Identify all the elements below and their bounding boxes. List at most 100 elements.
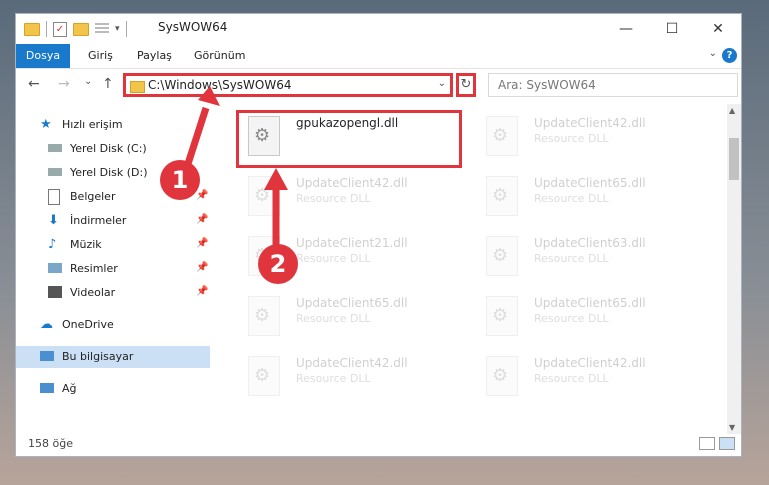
pin-icon[interactable]: 📌 <box>196 262 208 273</box>
document-icon <box>48 189 60 205</box>
address-path[interactable]: C:\Windows\SysWOW64 <box>148 78 292 92</box>
separator <box>125 21 127 37</box>
sidebar-item-this-pc[interactable]: Bu bilgisayar <box>16 346 210 368</box>
dll-file-icon <box>248 296 280 336</box>
navigation-bar: ← → ⌄ ↑ C:\Windows\SysWOW64 ⌄ ↻ Ara: Sys… <box>16 70 741 102</box>
file-name: UpdateClient63.dll <box>534 236 646 250</box>
properties-check-icon[interactable]: ✓ <box>53 21 67 37</box>
scrollbar-thumb[interactable] <box>729 138 739 180</box>
search-input[interactable]: Ara: SysWOW64 <box>488 73 738 97</box>
customize-toolbar-chevron-icon[interactable]: ▾ <box>115 24 120 34</box>
up-button[interactable]: ↑ <box>102 76 114 92</box>
star-icon: ★ <box>40 117 52 132</box>
file-name: UpdateClient42.dll <box>534 116 646 130</box>
sidebar-item-label: OneDrive <box>62 318 114 331</box>
ribbon-expand-chevron-icon[interactable]: ⌄ <box>709 48 717 59</box>
file-item[interactable]: UpdateClient42.dll Resource DLL <box>478 112 708 162</box>
sidebar-item-label: Hızlı erişim <box>62 118 123 131</box>
details-view-icon[interactable] <box>699 437 715 450</box>
file-name: UpdateClient42.dll <box>534 356 646 370</box>
status-bar: 158 öğe <box>16 430 741 456</box>
dll-file-icon <box>486 296 518 336</box>
minimize-button[interactable]: — <box>603 14 649 44</box>
refresh-button[interactable]: ↻ <box>456 73 476 97</box>
sidebar-item-label: Yerel Disk (C:) <box>70 142 147 155</box>
file-type: Resource DLL <box>296 312 371 325</box>
file-name: UpdateClient65.dll <box>534 176 646 190</box>
file-item[interactable]: UpdateClient42.dll Resource DLL <box>240 352 470 402</box>
item-count: 158 öğe <box>28 437 73 450</box>
picture-icon <box>48 263 62 273</box>
file-item[interactable]: UpdateClient65.dll Resource DLL <box>240 292 470 342</box>
recent-locations-chevron-icon[interactable]: ⌄ <box>84 76 92 87</box>
sidebar-item-local-disk-c[interactable]: Yerel Disk (C:) <box>16 138 210 160</box>
sidebar-item-music[interactable]: ♪ Müzik 📌 <box>16 234 210 256</box>
title-bar: ✓ ▾ SysWOW64 — ☐ ✕ <box>16 14 741 44</box>
sidebar-item-label: Bu bilgisayar <box>62 350 134 363</box>
forward-button[interactable]: → <box>58 76 70 92</box>
dll-file-icon <box>248 176 280 216</box>
file-item[interactable]: UpdateClient65.dll Resource DLL <box>478 292 708 342</box>
selected-file-highlight <box>236 110 462 168</box>
tab-view[interactable]: Görünüm <box>194 44 245 68</box>
network-icon <box>40 383 54 393</box>
music-icon: ♪ <box>48 237 57 252</box>
folder-icon <box>130 81 145 93</box>
step-one-badge: 1 <box>160 160 200 200</box>
dll-file-icon <box>486 236 518 276</box>
step-two-badge: 2 <box>258 244 298 284</box>
pin-icon[interactable]: 📌 <box>196 286 208 297</box>
back-button[interactable]: ← <box>28 76 40 92</box>
tab-share[interactable]: Paylaş <box>137 44 172 68</box>
file-type: Resource DLL <box>296 192 371 205</box>
tab-file[interactable]: Dosya <box>16 44 70 68</box>
close-button[interactable]: ✕ <box>695 14 741 44</box>
file-item[interactable]: UpdateClient42.dll Resource DLL <box>240 172 470 222</box>
file-item[interactable]: UpdateClient42.dll Resource DLL <box>478 352 708 402</box>
sidebar-item-videos[interactable]: Videolar 📌 <box>16 282 210 304</box>
file-item[interactable]: UpdateClient63.dll Resource DLL <box>478 232 708 282</box>
window-title: SysWOW64 <box>158 20 228 34</box>
maximize-button[interactable]: ☐ <box>649 14 695 44</box>
cloud-icon: ☁ <box>40 317 53 332</box>
file-name: UpdateClient21.dll <box>296 236 408 250</box>
sidebar-item-label: İndirmeler <box>70 214 127 227</box>
file-item[interactable]: UpdateClient65.dll Resource DLL <box>478 172 708 222</box>
help-icon[interactable]: ? <box>722 48 737 63</box>
pin-icon[interactable]: 📌 <box>196 214 208 225</box>
scroll-up-icon[interactable]: ▲ <box>729 106 735 115</box>
sidebar-item-label: Ağ <box>62 382 77 395</box>
address-dropdown-chevron-icon[interactable]: ⌄ <box>438 78 446 89</box>
file-type: Resource DLL <box>534 252 609 265</box>
dll-file-icon <box>486 176 518 216</box>
sidebar-item-pictures[interactable]: Resimler 📌 <box>16 258 210 280</box>
vertical-scrollbar[interactable]: ▲ ▼ <box>727 104 741 434</box>
ribbon-tabs: Dosya Giriş Paylaş Görünüm ⌄ ? <box>16 44 741 69</box>
file-name: UpdateClient65.dll <box>534 296 646 310</box>
file-name: UpdateClient42.dll <box>296 356 408 370</box>
download-icon: ⬇ <box>48 213 59 228</box>
sidebar-item-network[interactable]: Ağ <box>16 378 210 400</box>
file-type: Resource DLL <box>534 192 609 205</box>
file-type: Resource DLL <box>534 312 609 325</box>
tab-home[interactable]: Giriş <box>88 44 113 68</box>
new-folder-icon[interactable] <box>73 22 89 36</box>
pin-icon[interactable]: 📌 <box>196 238 208 249</box>
folder-icon <box>24 22 40 36</box>
sidebar-item-label: Resimler <box>70 262 118 275</box>
address-bar[interactable]: C:\Windows\SysWOW64 ⌄ <box>123 73 453 97</box>
file-type: Resource DLL <box>534 132 609 145</box>
file-type: Resource DLL <box>534 372 609 385</box>
dll-file-icon <box>486 116 518 156</box>
pin-icon[interactable]: 📌 <box>196 190 208 201</box>
sidebar-item-label: Videolar <box>70 286 116 299</box>
sidebar-item-downloads[interactable]: ⬇ İndirmeler 📌 <box>16 210 210 232</box>
file-name: UpdateClient42.dll <box>296 176 408 190</box>
dll-file-icon <box>248 356 280 396</box>
large-icons-view-icon[interactable] <box>719 437 735 450</box>
sidebar-item-onedrive[interactable]: ☁ OneDrive <box>16 314 210 336</box>
computer-icon <box>40 351 54 361</box>
rename-icon[interactable] <box>95 23 109 35</box>
sidebar-item-quick-access[interactable]: ★ Hızlı erişim <box>16 114 210 136</box>
quick-access-toolbar: ✓ ▾ <box>24 20 127 38</box>
